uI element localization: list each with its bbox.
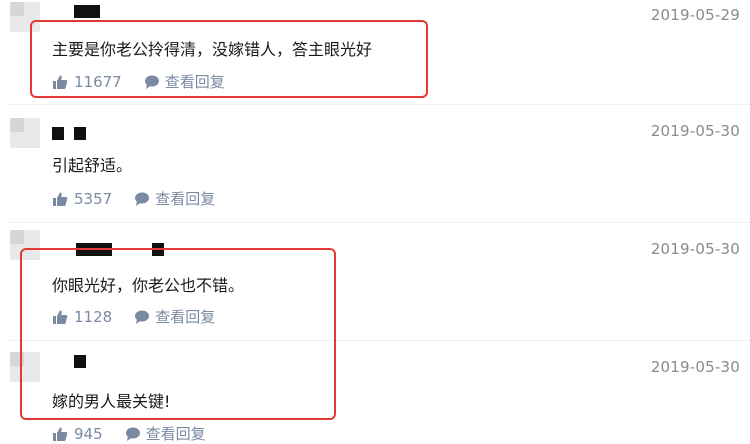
redacted-username[interactable] (74, 4, 100, 18)
view-replies-button[interactable]: 查看回复 (134, 188, 215, 209)
like-count: 5357 (74, 189, 113, 208)
speech-bubble-icon (125, 426, 141, 442)
comment-date: 2019-05-30 (650, 240, 740, 258)
avatar[interactable] (10, 118, 40, 148)
comment-date: 2019-05-29 (650, 6, 740, 24)
thumbs-up-icon (52, 426, 68, 442)
like-button[interactable]: 5357 (52, 190, 112, 208)
comment-date: 2019-05-30 (650, 122, 740, 140)
highlight-box (30, 20, 428, 98)
redacted-username[interactable] (52, 126, 86, 140)
view-replies-label: 查看回复 (155, 190, 216, 208)
highlight-box (20, 248, 336, 420)
thumbs-up-icon (52, 191, 68, 207)
divider (10, 104, 750, 105)
speech-bubble-icon (134, 191, 150, 207)
comment-text: 引起舒适。 (52, 156, 133, 175)
comment-date: 2019-05-30 (650, 358, 740, 376)
view-replies-button[interactable]: 查看回复 (125, 423, 206, 444)
view-replies-label: 查看回复 (145, 425, 206, 443)
divider (10, 222, 750, 223)
